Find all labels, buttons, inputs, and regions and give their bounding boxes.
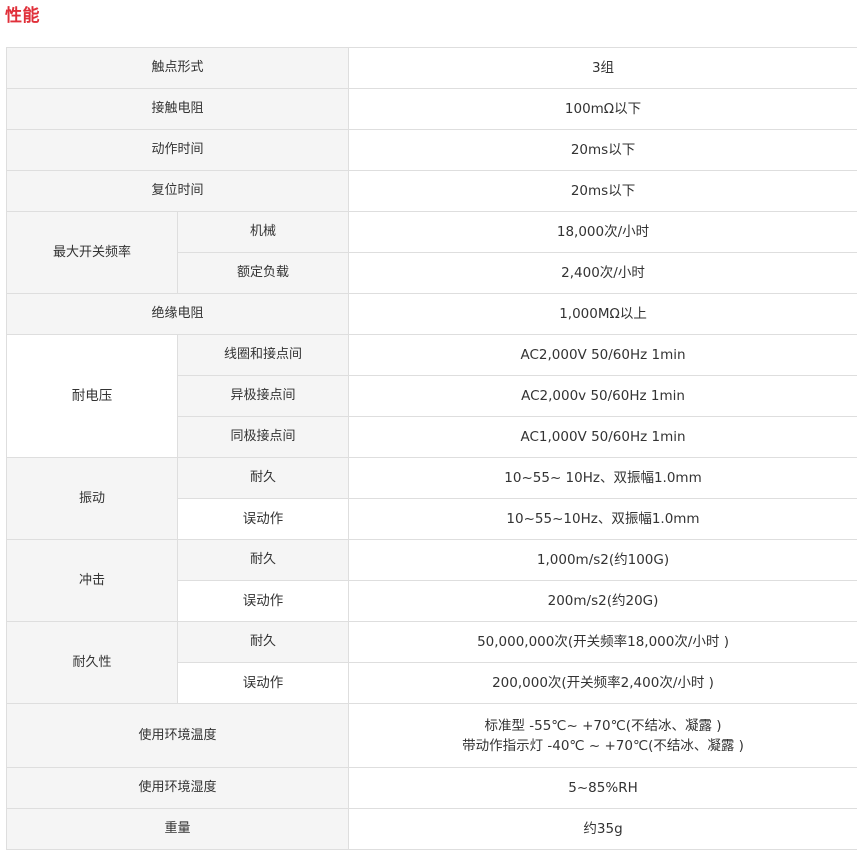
table-row-weight: 重量 约35g <box>7 809 857 850</box>
label-insulation-resistance: 绝缘电阻 <box>7 294 349 335</box>
sublabel-diff-pole: 异极接点间 <box>178 376 349 417</box>
label-contact-resistance: 接触电阻 <box>7 89 349 130</box>
table-row-operate-time: 动作时间 20ms以下 <box>7 130 857 171</box>
sublabel-vibration-malfunction: 误动作 <box>178 499 349 540</box>
label-max-switching-freq: 最大开关频率 <box>7 212 178 294</box>
table-row-contact-form: 触点形式 3组 <box>7 48 857 89</box>
sublabel-mechanical: 机械 <box>178 212 349 253</box>
label-operate-time: 动作时间 <box>7 130 349 171</box>
table-row-insulation-resistance: 绝缘电阻 1,000MΩ以上 <box>7 294 857 335</box>
label-reset-time: 复位时间 <box>7 171 349 212</box>
ambient-temp-standard: 标准型 -55℃~ +70℃(不结冰、凝露 ) <box>349 716 857 736</box>
performance-spec-table: 触点形式 3组 接触电阻 100mΩ以下 动作时间 20ms以下 复位时间 20… <box>6 47 857 850</box>
table-row-reset-time: 复位时间 20ms以下 <box>7 171 857 212</box>
sublabel-coil-contact: 线圈和接点间 <box>178 335 349 376</box>
sublabel-endurance-malfunction: 误动作 <box>178 663 349 704</box>
table-row-dielectric-coil: 耐电压 线圈和接点间 AC2,000V 50/60Hz 1min <box>7 335 857 376</box>
sublabel-shock-durability: 耐久 <box>178 540 349 581</box>
value-ambient-temp: 标准型 -55℃~ +70℃(不结冰、凝露 ) 带动作指示灯 -40℃ ~ +7… <box>349 704 857 768</box>
label-contact-form: 触点形式 <box>7 48 349 89</box>
value-insulation-resistance: 1,000MΩ以上 <box>349 294 857 335</box>
value-ambient-humidity: 5~85%RH <box>349 768 857 809</box>
value-contact-resistance: 100mΩ以下 <box>349 89 857 130</box>
value-endurance-malfunction: 200,000次(开关频率2,400次/小时 ) <box>349 663 857 704</box>
table-row-ambient-temp: 使用环境温度 标准型 -55℃~ +70℃(不结冰、凝露 ) 带动作指示灯 -4… <box>7 704 857 768</box>
table-row-ambient-humidity: 使用环境湿度 5~85%RH <box>7 768 857 809</box>
value-vibration-durability: 10~55~ 10Hz、双振幅1.0mm <box>349 458 857 499</box>
ambient-temp-indicator: 带动作指示灯 -40℃ ~ +70℃(不结冰、凝露 ) <box>349 736 857 756</box>
value-rated-load: 2,400次/小时 <box>349 253 857 294</box>
sublabel-shock-malfunction: 误动作 <box>178 581 349 622</box>
value-shock-malfunction: 200m/s2(约20G) <box>349 581 857 622</box>
value-mechanical: 18,000次/小时 <box>349 212 857 253</box>
label-dielectric-strength: 耐电压 <box>7 335 178 458</box>
table-row-contact-resistance: 接触电阻 100mΩ以下 <box>7 89 857 130</box>
value-diff-pole: AC2,000v 50/60Hz 1min <box>349 376 857 417</box>
value-endurance-durability: 50,000,000次(开关频率18,000次/小时 ) <box>349 622 857 663</box>
table-row-vibration-durability: 振动 耐久 10~55~ 10Hz、双振幅1.0mm <box>7 458 857 499</box>
section-title: 性能 <box>5 4 40 28</box>
value-weight: 约35g <box>349 809 857 850</box>
sublabel-endurance-durability: 耐久 <box>178 622 349 663</box>
label-ambient-temp: 使用环境温度 <box>7 704 349 768</box>
value-coil-contact: AC2,000V 50/60Hz 1min <box>349 335 857 376</box>
label-weight: 重量 <box>7 809 349 850</box>
table-row-max-freq-mechanical: 最大开关频率 机械 18,000次/小时 <box>7 212 857 253</box>
value-shock-durability: 1,000m/s2(约100G) <box>349 540 857 581</box>
value-operate-time: 20ms以下 <box>349 130 857 171</box>
value-vibration-malfunction: 10~55~10Hz、双振幅1.0mm <box>349 499 857 540</box>
table-row-endurance-durability: 耐久性 耐久 50,000,000次(开关频率18,000次/小时 ) <box>7 622 857 663</box>
sublabel-same-pole: 同极接点间 <box>178 417 349 458</box>
label-shock: 冲击 <box>7 540 178 622</box>
table-row-shock-durability: 冲击 耐久 1,000m/s2(约100G) <box>7 540 857 581</box>
value-contact-form: 3组 <box>349 48 857 89</box>
value-same-pole: AC1,000V 50/60Hz 1min <box>349 417 857 458</box>
sublabel-rated-load: 额定负载 <box>178 253 349 294</box>
value-reset-time: 20ms以下 <box>349 171 857 212</box>
label-vibration: 振动 <box>7 458 178 540</box>
label-ambient-humidity: 使用环境湿度 <box>7 768 349 809</box>
sublabel-vibration-durability: 耐久 <box>178 458 349 499</box>
label-endurance: 耐久性 <box>7 622 178 704</box>
